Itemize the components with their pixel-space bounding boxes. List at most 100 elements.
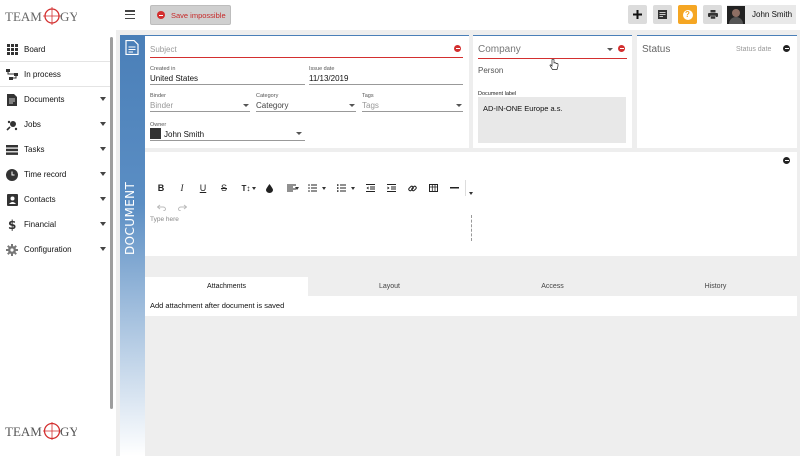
tags-select[interactable]: Tags xyxy=(362,101,379,110)
svg-text:TEAM: TEAM xyxy=(5,424,42,439)
category-select[interactable]: Category xyxy=(256,101,288,110)
horizontal-rule-button[interactable] xyxy=(448,182,460,194)
teamogy-logo[interactable]: TEAM GY xyxy=(5,5,77,27)
tab-history[interactable]: History xyxy=(634,277,797,296)
sidebar-item-contacts[interactable]: Contacts xyxy=(0,187,110,212)
help-icon: ? xyxy=(682,9,693,20)
tags-underline xyxy=(362,111,463,112)
sidebar-item-jobs[interactable]: Jobs xyxy=(0,112,110,137)
bold-button[interactable]: B xyxy=(155,182,167,194)
underline-button[interactable]: U xyxy=(197,182,209,194)
strikethrough-button[interactable]: S xyxy=(218,182,230,194)
ordered-list-icon xyxy=(307,184,317,192)
owner-underline xyxy=(150,140,305,141)
created-in-field[interactable]: United States xyxy=(150,74,198,83)
text-color-button[interactable] xyxy=(263,182,275,194)
teamogy-logo-bottom: TEAM GY xyxy=(5,422,77,440)
sidebar-item-label: Board xyxy=(24,44,46,54)
more-tools-caret[interactable] xyxy=(469,192,473,195)
outdent-button[interactable] xyxy=(364,182,376,194)
document-icon xyxy=(6,93,18,106)
sidebar-item-label: Tasks xyxy=(24,145,45,154)
help-button[interactable]: ? xyxy=(678,5,697,24)
italic-button[interactable]: I xyxy=(176,182,188,194)
document-icon xyxy=(125,40,139,55)
add-button[interactable] xyxy=(628,5,647,24)
redo-button[interactable] xyxy=(176,201,188,213)
chevron-down-icon[interactable] xyxy=(296,132,302,135)
clock-icon xyxy=(6,168,18,181)
chevron-down-icon[interactable] xyxy=(322,187,326,190)
status-collapse-icon[interactable] xyxy=(783,45,790,52)
chevron-down-icon[interactable] xyxy=(243,104,249,107)
document-label-field[interactable]: AD-IN-ONE Europe a.s. xyxy=(478,97,626,143)
link-button[interactable] xyxy=(406,182,418,194)
sidebar-item-label: In process xyxy=(24,69,61,79)
editor-textarea[interactable]: Type here xyxy=(150,216,179,223)
chevron-down-icon xyxy=(100,122,106,126)
chevron-down-icon[interactable] xyxy=(295,187,299,190)
indent-button[interactable] xyxy=(385,182,397,194)
tasks-icon xyxy=(6,144,18,156)
undo-button[interactable] xyxy=(155,201,167,213)
dollar-icon: $ xyxy=(6,218,18,231)
clear-subject-icon[interactable] xyxy=(454,45,461,52)
svg-text:TEAM: TEAM xyxy=(5,9,42,24)
user-menu[interactable]: John Smith xyxy=(727,5,796,24)
sidebar-item-tasks[interactable]: Tasks xyxy=(0,137,110,162)
no-entry-icon xyxy=(157,11,165,19)
chevron-down-icon xyxy=(100,247,106,251)
svg-text:GY: GY xyxy=(60,424,77,439)
editor-resize-guide xyxy=(471,215,472,241)
tab-attachments[interactable]: Attachments xyxy=(145,277,308,296)
print-button[interactable] xyxy=(703,5,722,24)
redo-icon xyxy=(177,204,187,211)
chevron-down-icon[interactable] xyxy=(607,48,613,51)
owner-select[interactable]: John Smith xyxy=(164,130,204,139)
person-select[interactable]: Person xyxy=(478,66,503,75)
sidebar-item-configuration[interactable]: Configuration xyxy=(0,237,110,262)
sidebar-item-in-process[interactable]: In process xyxy=(0,62,110,87)
tab-access[interactable]: Access xyxy=(471,277,634,296)
issue-date-field[interactable]: 11/13/2019 xyxy=(309,74,348,83)
editor-collapse-icon[interactable] xyxy=(783,157,790,164)
clear-company-icon[interactable] xyxy=(618,45,625,52)
company-select[interactable]: Company xyxy=(478,44,521,55)
chevron-down-icon[interactable] xyxy=(349,104,355,107)
chevron-down-icon[interactable] xyxy=(351,187,355,190)
unordered-list-button[interactable] xyxy=(335,182,347,194)
menu-icon[interactable] xyxy=(125,10,135,20)
notes-button[interactable] xyxy=(653,5,672,24)
document-tabs: Attachments Layout Access History xyxy=(145,277,797,296)
svg-text:GY: GY xyxy=(60,9,77,24)
sidebar-item-documents[interactable]: Documents xyxy=(0,87,110,112)
user-name: John Smith xyxy=(752,10,793,19)
sidebar-item-board[interactable]: Board xyxy=(0,37,110,62)
text-size-button[interactable]: T↕ xyxy=(240,182,252,194)
chevron-down-icon[interactable] xyxy=(456,104,462,107)
gear-icon xyxy=(6,243,18,256)
attachments-message: Add attachment after document is saved xyxy=(145,296,797,316)
sidebar-item-financial[interactable]: $ Financial xyxy=(0,212,110,237)
print-icon xyxy=(707,10,718,19)
tab-layout[interactable]: Layout xyxy=(308,277,471,296)
chevron-down-icon[interactable] xyxy=(252,187,256,190)
strip-label: DOCUMENT xyxy=(123,181,137,255)
sidebar-item-time-record[interactable]: Time record xyxy=(0,162,110,187)
contacts-icon xyxy=(6,193,18,206)
save-button[interactable]: Save impossible xyxy=(150,5,231,25)
panel-accent-line xyxy=(473,35,632,36)
sidebar-item-label: Jobs xyxy=(24,120,41,129)
binder-select[interactable]: Binder xyxy=(150,101,173,110)
chevron-down-icon xyxy=(100,97,106,101)
subject-input[interactable]: Subject xyxy=(150,45,177,54)
status-date-field[interactable]: Status date xyxy=(736,46,771,53)
binder-underline xyxy=(150,111,250,112)
ordered-list-button[interactable] xyxy=(306,182,318,194)
status-title[interactable]: Status xyxy=(642,44,670,55)
chevron-down-icon xyxy=(100,172,106,176)
table-button[interactable] xyxy=(427,182,439,194)
link-icon xyxy=(407,185,417,191)
sidebar-scrollbar[interactable] xyxy=(110,37,113,409)
sidebar-item-label: Configuration xyxy=(24,245,72,254)
